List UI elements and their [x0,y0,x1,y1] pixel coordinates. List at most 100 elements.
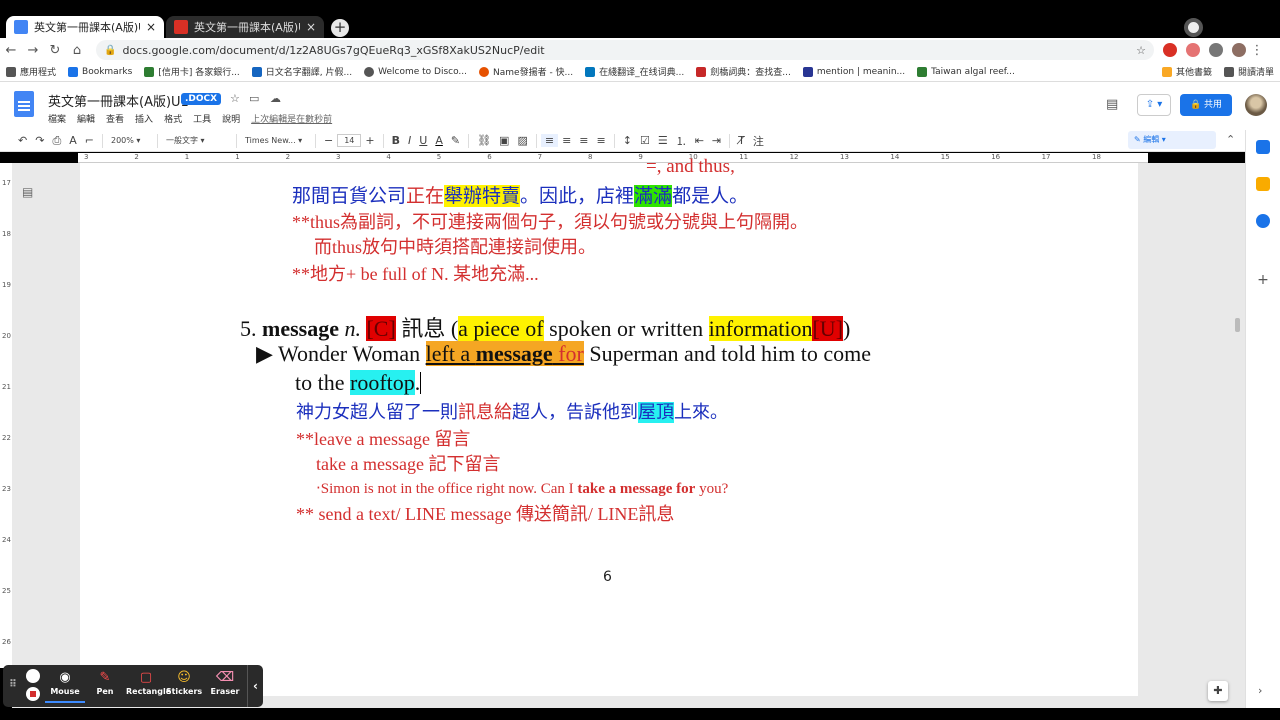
checklist-icon[interactable]: ☑ [636,134,654,147]
tool-rectangle[interactable]: ▢ Rectangle [126,669,171,696]
line-spacing-icon[interactable]: ↕ [619,134,636,147]
spellcheck-icon[interactable]: A [65,134,81,147]
google-docs-logo-icon[interactable] [14,91,34,117]
menu-insert[interactable]: 插入 [135,112,153,125]
new-tab-button[interactable]: + [331,19,349,37]
align-left-icon[interactable]: ≡ [540,134,559,147]
numbered-list-icon[interactable]: ⒈ [672,133,691,149]
style-select[interactable]: 一般文字 ▾ [162,135,232,146]
input-tools-icon[interactable]: 注 [749,133,768,149]
underline-icon[interactable]: U [415,134,431,147]
stop-icon[interactable] [26,687,40,701]
more-icon[interactable]: ⋮ [1246,43,1268,58]
home-icon[interactable]: ⌂ [66,43,88,58]
share-button[interactable]: 🔒 共用 [1180,94,1232,116]
tool-mouse[interactable]: ◉ Mouse [45,669,85,703]
url-text[interactable]: docs.google.com/document/d/1z2A8UGs7gQEu… [122,44,1130,57]
bulleted-list-icon[interactable]: ☰ [654,134,672,147]
close-tab-icon[interactable]: × [146,20,156,34]
comment-history-icon[interactable]: ▤ [1106,97,1118,112]
lock-icon[interactable]: 🔒 [104,45,116,56]
drag-handle-icon[interactable]: ⠿ [9,679,17,690]
bookmark-item[interactable]: mention | meanin... [797,66,911,77]
bookmark-item[interactable]: 應用程式 [0,65,62,78]
bookmark-item[interactable]: Welcome to Disco... [358,66,473,77]
tab-docs[interactable]: 英文第一冊課本(A版)U1.docx - G × [6,16,164,38]
text-span: 訊息 ( [401,316,459,341]
increase-font-size-icon[interactable]: + [361,134,378,147]
collapse-toolbar-icon[interactable]: ‹ [247,665,263,707]
last-edit-link[interactable]: 上次編輯是在數秒前 [251,112,332,125]
increase-indent-icon[interactable]: ⇥ [708,134,725,147]
bookmark-item[interactable]: 在綫翻译_在线词典... [579,65,690,78]
image-icon[interactable]: ▨ [513,134,531,147]
present-button[interactable]: ⇪ ▾ [1137,94,1171,116]
puzzle-icon[interactable] [1209,43,1223,57]
highlight-icon[interactable]: ✎ [447,134,464,147]
justify-icon[interactable]: ≡ [593,134,610,147]
bookmark-item[interactable]: [信用卡] 各家銀行... [138,65,245,78]
add-addon-icon[interactable]: + [1256,273,1270,287]
profile-avatar-icon[interactable] [1232,43,1246,57]
cloud-status-icon[interactable]: ☁ [270,92,281,105]
expand-panel-icon[interactable]: › [1258,684,1262,697]
calendar-icon[interactable] [1256,140,1270,154]
bookmark-item[interactable]: 日文名字翻譯, 片假... [246,65,358,78]
tool-eraser[interactable]: ⌫ Eraser [205,669,245,696]
menu-help[interactable]: 說明 [222,112,240,125]
font-select[interactable]: Times New... ▾ [241,136,311,145]
font-size-input[interactable]: 14 [337,134,362,147]
forward-icon[interactable]: → [22,43,44,58]
tasks-icon[interactable] [1256,214,1270,228]
back-icon[interactable]: ← [0,43,22,58]
account-avatar[interactable] [1245,94,1267,116]
redo-icon[interactable]: ↷ [31,134,48,147]
star-icon[interactable]: ☆ [230,92,240,105]
document-title[interactable]: 英文第一冊課本(A版)U1 [48,91,189,110]
extension-icon[interactable] [1163,43,1177,57]
bookmark-item[interactable]: Name發揚者 - 快... [473,65,579,78]
move-folder-icon[interactable]: ▭ [249,92,259,105]
bookmark-star-icon[interactable]: ☆ [1136,44,1146,57]
bookmark-item[interactable]: 劍橋詞典：查找查... [690,65,797,78]
editing-mode-select[interactable]: ✎ 編輯 ▾ [1128,131,1216,149]
menu-tools[interactable]: 工具 [193,112,211,125]
document-outline-icon[interactable]: ▤ [22,185,33,199]
menu-file[interactable]: 檔案 [48,112,66,125]
link-icon[interactable]: ⛓ [473,134,495,147]
omnibox[interactable]: 🔒 docs.google.com/document/d/1z2A8UGs7gQ… [96,40,1154,60]
print-icon[interactable]: ⎙ [48,134,65,148]
align-center-icon[interactable]: ≡ [558,134,575,147]
extension-icon[interactable] [1186,43,1200,57]
reload-icon[interactable]: ↻ [44,43,66,58]
tool-pen[interactable]: ✎ Pen [85,669,125,696]
tool-stickers[interactable]: ☺ Stickers [164,669,204,696]
align-right-icon[interactable]: ≡ [575,134,592,147]
pause-icon[interactable] [26,669,40,683]
keep-icon[interactable] [1256,177,1270,191]
collapse-menu-icon[interactable]: ⌃ [1226,133,1235,146]
tab-pdf[interactable]: 英文第一冊課本(A版)U1.pdf - Li × [166,16,324,38]
italic-icon[interactable]: I [404,134,415,147]
decrease-font-size-icon[interactable]: − [320,134,337,147]
menu-format[interactable]: 格式 [164,112,182,125]
document-page[interactable]: =, and thus, 那間百貨公司正在舉辦特賣。因此，店裡滿滿都是人。 **… [80,156,1138,696]
bookmark-folder[interactable]: 其他書籤 [1156,65,1218,78]
clear-formatting-icon[interactable]: T̸ [734,134,749,147]
text-color-icon[interactable]: A [431,134,447,147]
bold-icon[interactable]: B [388,134,404,147]
comment-icon[interactable]: ▣ [495,134,513,147]
chrome-profile-icon[interactable] [1184,18,1203,37]
scrollbar-thumb[interactable] [1235,318,1240,332]
decrease-indent-icon[interactable]: ⇤ [691,134,708,147]
bookmark-item[interactable]: Bookmarks [62,66,138,77]
close-tab-icon[interactable]: × [306,20,316,34]
menu-edit[interactable]: 編輯 [77,112,95,125]
zoom-select[interactable]: 200% ▾ [107,136,153,145]
paint-format-icon[interactable]: ⌐ [81,134,98,147]
menu-view[interactable]: 查看 [106,112,124,125]
reading-list[interactable]: 閱讀清單 [1218,65,1280,78]
undo-icon[interactable]: ↶ [14,134,31,147]
explore-icon[interactable]: ✚ [1208,681,1228,701]
bookmark-item[interactable]: Taiwan algal reef... [911,66,1021,77]
